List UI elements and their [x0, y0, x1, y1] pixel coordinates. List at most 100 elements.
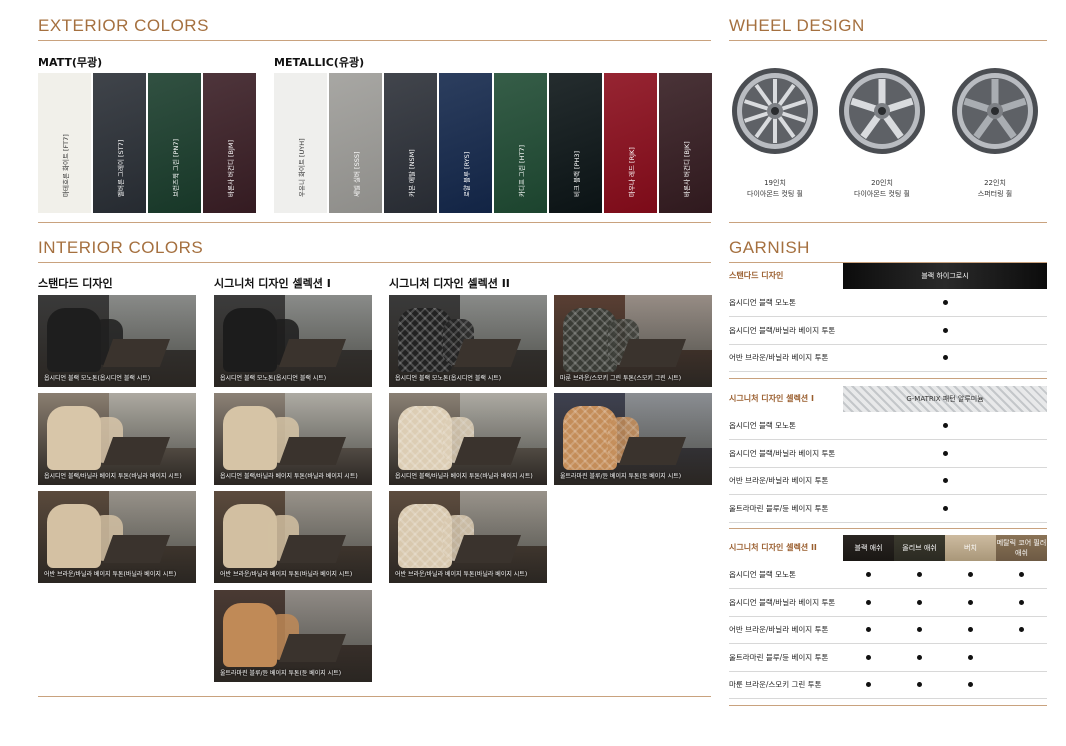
interior-column-title: 시그니처 디자인 셀렉션 I: [214, 277, 331, 290]
color-swatch[interactable]: 바론사 버건디 [BJK]: [659, 73, 712, 213]
interior-photo[interactable]: 어반 브라운/바닐라 베이지 투톤(바닐라 베이지 시트): [214, 491, 372, 583]
garnish-row: 옵시디언 블랙/바닐라 베이지 투톤: [729, 589, 1047, 617]
interior-photo[interactable]: 옵시디언 블랙 모노톤(옵시디언 블랙 시트): [389, 295, 547, 387]
swatch-label: 우유니 화이트 [UYH]: [297, 138, 306, 197]
garnish-group-divider: [729, 377, 1047, 379]
photo-caption: 옵시디언 블랙/바닐라 베이지 투톤(바닐라 베이지 시트): [395, 473, 533, 480]
interior-photo[interactable]: 마룬 브라운/스모키 그린 투톤(스모키 그린 시트): [554, 295, 712, 387]
wheel-caption: 22인치스퍼터링 휠: [945, 178, 1045, 200]
garnish-material-header: 올리브 애쉬: [894, 535, 945, 561]
photo-caption: 어반 브라운/바닐라 베이지 투톤(바닐라 베이지 시트): [44, 571, 177, 578]
color-swatch[interactable]: 비크 블랙 [PH3]: [549, 73, 602, 213]
interior-photo[interactable]: 옵시디언 블랙 모노톤(옵시디언 블랙 시트): [214, 295, 372, 387]
availability-dot: [942, 478, 948, 483]
photo-caption: 울트라마린 블루/듄 베이지 투톤(듄 베이지 시트): [560, 473, 682, 480]
garnish-row-label: 어반 브라운/바닐라 베이지 투톤: [729, 625, 829, 634]
interior-bottom-divider: [38, 696, 711, 697]
availability-dot: [866, 654, 871, 660]
color-swatch[interactable]: 로얄 블루 [RYS]: [439, 73, 492, 213]
swatch-label: 카디프 그린 [HT7]: [517, 144, 526, 197]
wheel-name: 다이아몬드 컷팅 휠: [747, 190, 803, 198]
availability-dot: [917, 599, 922, 605]
availability-dot: [942, 327, 948, 333]
swatch-label: 멜버른 그레이 [ST7]: [116, 139, 125, 197]
photo-caption: 마룬 브라운/스모키 그린 투톤(스모키 그린 시트): [560, 375, 682, 382]
interior-photo[interactable]: 옵시디언 블랙/바닐라 베이지 투톤(바닐라 베이지 시트): [389, 393, 547, 485]
console-shape: [453, 535, 521, 563]
availability-dot: [942, 423, 948, 428]
garnish-material-header: G-MATRIX 패턴 알루미늄: [843, 386, 1047, 412]
wheel-size: 19인치: [764, 179, 786, 187]
garnish-row-label: 옵시디언 블랙 모노톤: [729, 421, 796, 430]
garnish-row: 어반 브라운/바닐라 베이지 투톤: [729, 344, 1047, 372]
swatch-label: 마우나 레드 [RJK]: [627, 147, 636, 197]
wheel-image[interactable]: [837, 66, 927, 156]
color-swatch[interactable]: 카디프 그린 [HT7]: [494, 73, 547, 213]
availability-dot: [917, 627, 922, 632]
garnish-row: 옵시디언 블랙 모노톤: [729, 412, 1047, 440]
availability-dot: [942, 300, 948, 305]
wheel-name: 스퍼터링 휠: [977, 190, 1013, 198]
wheel-size: 20인치: [871, 179, 893, 187]
color-swatch[interactable]: 카본 메탈 [NSM]: [384, 73, 437, 213]
exterior-divider: [38, 40, 711, 41]
availability-dot: [917, 572, 922, 577]
garnish-row-label: 옵시디언 블랙/바닐라 베이지 투톤: [729, 597, 836, 607]
garnish-group-name: 시그니처 디자인 셀렉션 II: [729, 543, 817, 552]
garnish-row-label: 옵시디언 블랙 모노톤: [729, 570, 796, 579]
interior-photo[interactable]: 어반 브라운/바닐라 베이지 투톤(바닐라 베이지 시트): [389, 491, 547, 583]
availability-dot: [942, 505, 948, 511]
color-swatch[interactable]: 멜버른 그레이 [ST7]: [93, 73, 146, 213]
garnish-group-header: 시그니처 디자인 셀렉션 I G-MATRIX 패턴 알루미늄: [729, 386, 1047, 412]
console-shape: [453, 339, 521, 367]
availability-dot: [917, 654, 922, 660]
wheel-caption: 20인치 다이아몬드 컷팅 휠: [832, 178, 932, 200]
photo-caption: 어반 브라운/바닐라 베이지 투톤(바닐라 베이지 시트): [395, 571, 528, 578]
interior-photo[interactable]: 어반 브라운/바닐라 베이지 투톤(바닐라 베이지 시트): [38, 491, 196, 583]
garnish-group-name: 시그니처 디자인 셀렉션 I: [729, 394, 814, 403]
interior-photo[interactable]: 옵시디언 블랙 모노톤(옵시디언 블랙 시트): [38, 295, 196, 387]
wheel-image[interactable]: [950, 66, 1040, 156]
garnish-row-label: 옵시디언 블랙 모노톤: [729, 298, 796, 307]
console-shape: [278, 437, 346, 465]
availability-dot: [968, 654, 973, 660]
garnish-row-label: 옵시디언 블랙/바닐라 베이지 투톤: [729, 325, 836, 335]
interior-column-title: 시그니처 디자인 셀렉션 II: [389, 277, 510, 290]
availability-dot: [917, 682, 922, 687]
wheel-divider: [729, 40, 1047, 41]
color-swatch[interactable]: 세빌 실버 [SSS]: [329, 73, 382, 213]
wheel-size: 22인치: [984, 179, 1006, 187]
console-shape: [278, 634, 346, 662]
console-shape: [618, 437, 686, 465]
garnish-row: 어반 브라운/바닐라 베이지 투톤: [729, 467, 1047, 495]
garnish-material-header: 메탈릭 코어 필러 애쉬: [996, 535, 1047, 561]
wheel-image[interactable]: [730, 66, 820, 156]
color-swatch[interactable]: 우유니 화이트 [UYH]: [274, 73, 327, 213]
color-swatch[interactable]: 바론사 버건디 [BJM]: [203, 73, 256, 213]
wheel-design-title: WHEEL DESIGN: [729, 16, 865, 35]
color-swatch[interactable]: 마우나 레드 [RJK]: [604, 73, 657, 213]
interior-photo[interactable]: 옵시디언 블랙/바닐라 베이지 투톤(바닐라 베이지 시트): [214, 393, 372, 485]
garnish-group-header: 시그니처 디자인 셀렉션 II 블랙 애쉬 올리브 애쉬 버치 메탈릭 코어 필러 애쉬: [729, 535, 1047, 561]
photo-caption: 옵시디언 블랙/바닐라 베이지 투톤(바닐라 베이지 시트): [44, 473, 182, 480]
metallic-title: METALLIC(유광): [274, 56, 365, 69]
interior-photo[interactable]: 울트라마린 블루/듄 베이지 투톤(듄 베이지 시트): [214, 590, 372, 682]
interior-photo[interactable]: 옵시디언 블랙/바닐라 베이지 투톤(바닐라 베이지 시트): [38, 393, 196, 485]
console-shape: [102, 437, 170, 465]
photo-caption: 옵시디언 블랙 모노톤(옵시디언 블랙 시트): [44, 375, 151, 382]
color-swatch[interactable]: 브런즈윅 그린 [PN7]: [148, 73, 201, 213]
garnish-material-header: 블랙 애쉬: [843, 535, 894, 561]
garnish-row-label: 울트라마린 블루/듄 베이지 투톤: [729, 503, 829, 513]
availability-dot: [1019, 627, 1024, 632]
swatch-label: 브런즈윅 그린 [PN7]: [171, 138, 180, 197]
console-shape: [278, 535, 346, 563]
photo-caption: 옵시디언 블랙/바닐라 베이지 투톤(바닐라 베이지 시트): [220, 473, 358, 480]
interior-divider: [38, 262, 711, 263]
color-swatch[interactable]: 마테호른 화이트 [FT7]: [38, 73, 91, 213]
garnish-row: 옵시디언 블랙 모노톤: [729, 561, 1047, 589]
interior-column-title: 스탠다드 디자인: [38, 277, 113, 290]
console-shape: [102, 535, 170, 563]
photo-caption: 울트라마린 블루/듄 베이지 투톤(듄 베이지 시트): [220, 670, 342, 677]
interior-photo[interactable]: 울트라마린 블루/듄 베이지 투톤(듄 베이지 시트): [554, 393, 712, 485]
garnish-row: 울트라마린 블루/듄 베이지 투톤: [729, 644, 1047, 672]
